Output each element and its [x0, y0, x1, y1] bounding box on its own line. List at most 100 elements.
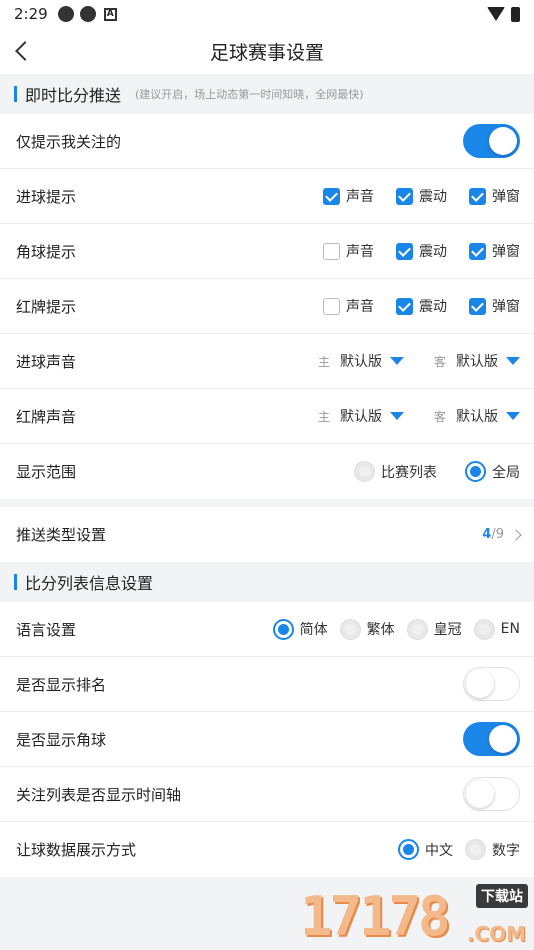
handicap-chinese-radio[interactable]: 中文	[398, 839, 453, 860]
notification-icon	[57, 6, 74, 22]
row-label: 进球提示	[16, 187, 77, 206]
language-traditional-radio[interactable]: 繁体	[339, 618, 395, 640]
red-card-alert-row: 红牌提示 声音 震动 弹窗	[0, 279, 534, 334]
row-label: 是否显示排名	[16, 675, 107, 694]
radio-unselected-icon	[354, 461, 375, 482]
red-vibrate-checkbox[interactable]: 震动	[396, 296, 447, 316]
checkbox-checked-icon	[323, 187, 340, 205]
checkbox-label: 声音	[346, 299, 374, 315]
section-marker	[14, 86, 17, 102]
show-rank-row: 是否显示排名	[0, 657, 534, 712]
home-sound-select[interactable]: 主 默认版	[318, 406, 404, 426]
radio-label: 皇冠	[433, 622, 462, 638]
row-label: 进球声音	[16, 352, 77, 371]
language-row: 语言设置 简体 繁体 皇冠 EN	[0, 602, 534, 657]
wifi-icon	[487, 7, 505, 21]
checkbox-label: 声音	[346, 244, 374, 260]
row-label: 显示范围	[16, 463, 77, 481]
push-type-total: /9	[491, 527, 504, 542]
corner-vibrate-checkbox[interactable]: 震动	[396, 241, 447, 261]
checkbox-checked-icon	[469, 187, 486, 205]
radio-selected-icon	[465, 461, 486, 482]
language-simplified-radio[interactable]: 简体	[272, 618, 328, 640]
checkbox-checked-icon	[396, 187, 413, 205]
scope-match-list-radio[interactable]: 比赛列表	[354, 461, 437, 482]
row-label: 红牌提示	[16, 297, 77, 316]
push-type-row[interactable]: 推送类型设置 4/9	[0, 507, 534, 562]
goal-vibrate-checkbox[interactable]: 震动	[396, 186, 447, 206]
checkbox-label: 弹窗	[492, 244, 520, 260]
handicap-mode-row: 让球数据展示方式 中文 数字	[0, 822, 534, 877]
radio-label: 简体	[299, 622, 328, 638]
divider	[0, 499, 534, 507]
home-sound-select[interactable]: 主 默认版	[318, 351, 404, 371]
back-arrow-icon[interactable]	[15, 41, 35, 61]
row-label: 语言设置	[16, 620, 77, 639]
app-notification-icon: A	[103, 7, 117, 21]
red-popup-checkbox[interactable]: 弹窗	[469, 296, 520, 316]
scope-global-radio[interactable]: 全局	[465, 461, 520, 482]
checkbox-checked-icon	[469, 242, 486, 260]
radio-label: 繁体	[366, 622, 395, 638]
away-sound-select[interactable]: 客 默认版	[434, 351, 520, 371]
select-prefix: 主	[317, 409, 330, 424]
only-followed-toggle[interactable]	[463, 124, 520, 158]
select-value: 默认版	[456, 409, 498, 425]
checkbox-checked-icon	[396, 297, 413, 315]
push-type-current: 4	[482, 527, 492, 542]
dropdown-arrow-icon	[389, 412, 404, 420]
radio-selected-icon	[398, 839, 419, 860]
show-corner-toggle[interactable]	[463, 722, 520, 756]
row-label: 红牌声音	[16, 407, 77, 426]
radio-label: EN	[500, 621, 520, 637]
row-label: 让球数据展示方式	[16, 841, 137, 859]
row-label: 关注列表是否显示时间轴	[16, 785, 182, 804]
checkbox-checked-icon	[469, 297, 486, 315]
goal-alert-row: 进球提示 声音 震动 弹窗	[0, 169, 534, 224]
goal-popup-checkbox[interactable]: 弹窗	[469, 186, 520, 206]
toggle-knob	[489, 127, 517, 155]
show-timeline-row: 关注列表是否显示时间轴	[0, 767, 534, 822]
radio-label: 全局	[492, 464, 520, 481]
show-timeline-toggle[interactable]	[463, 777, 520, 811]
section-header-list-info: 比分列表信息设置	[0, 562, 534, 602]
instant-settings-group: 仅提示我关注的 进球提示 声音 震动 弹窗 角球提示 声音 震动 弹窗 红牌提示…	[0, 114, 534, 499]
row-label: 角球提示	[16, 242, 77, 261]
scope-row: 显示范围 比赛列表 全局	[0, 444, 534, 499]
checkbox-checked-icon	[396, 242, 413, 260]
select-value: 默认版	[339, 354, 382, 370]
toggle-knob	[489, 725, 517, 753]
row-label: 仅提示我关注的	[16, 132, 122, 151]
watermark-number: 17178	[300, 885, 451, 948]
radio-label: 数字	[492, 842, 520, 859]
dropdown-arrow-icon	[506, 357, 520, 365]
goal-sound-checkbox[interactable]: 声音	[323, 186, 374, 206]
checkbox-label: 弹窗	[492, 189, 520, 205]
corner-alert-row: 角球提示 声音 震动 弹窗	[0, 224, 534, 279]
dropdown-arrow-icon	[389, 357, 404, 365]
chevron-right-icon	[510, 528, 522, 541]
radio-label: 中文	[425, 842, 453, 859]
checkbox-label: 声音	[346, 189, 374, 205]
language-en-radio[interactable]: EN	[473, 618, 520, 640]
battery-icon	[511, 6, 520, 22]
corner-popup-checkbox[interactable]: 弹窗	[469, 241, 520, 261]
show-rank-toggle[interactable]	[463, 667, 520, 701]
watermark-badge: 下载站	[476, 884, 528, 908]
language-crown-radio[interactable]: 皇冠	[406, 618, 462, 640]
section-hint: (建议开启，场上动态第一时间知晓，全网最快)	[135, 88, 364, 101]
handicap-number-radio[interactable]: 数字	[465, 839, 520, 860]
checkbox-label: 弹窗	[492, 299, 520, 315]
corner-sound-checkbox[interactable]: 声音	[323, 241, 374, 261]
checkbox-label: 震动	[419, 189, 447, 205]
show-corner-row: 是否显示角球	[0, 712, 534, 767]
toggle-knob	[466, 670, 494, 698]
list-info-group: 语言设置 简体 繁体 皇冠 EN 是否显示排名 是否显示角球 关注列表是否显示时…	[0, 602, 534, 877]
push-type-group: 推送类型设置 4/9	[0, 507, 534, 562]
red-sound-checkbox[interactable]: 声音	[323, 296, 374, 316]
away-sound-select[interactable]: 客 默认版	[434, 406, 520, 426]
radio-selected-icon	[272, 618, 294, 640]
section-title: 即时比分推送	[25, 86, 122, 105]
section-header-instant: 即时比分推送 (建议开启，场上动态第一时间知晓，全网最快)	[0, 74, 534, 114]
title-bar: 足球赛事设置	[0, 28, 534, 74]
